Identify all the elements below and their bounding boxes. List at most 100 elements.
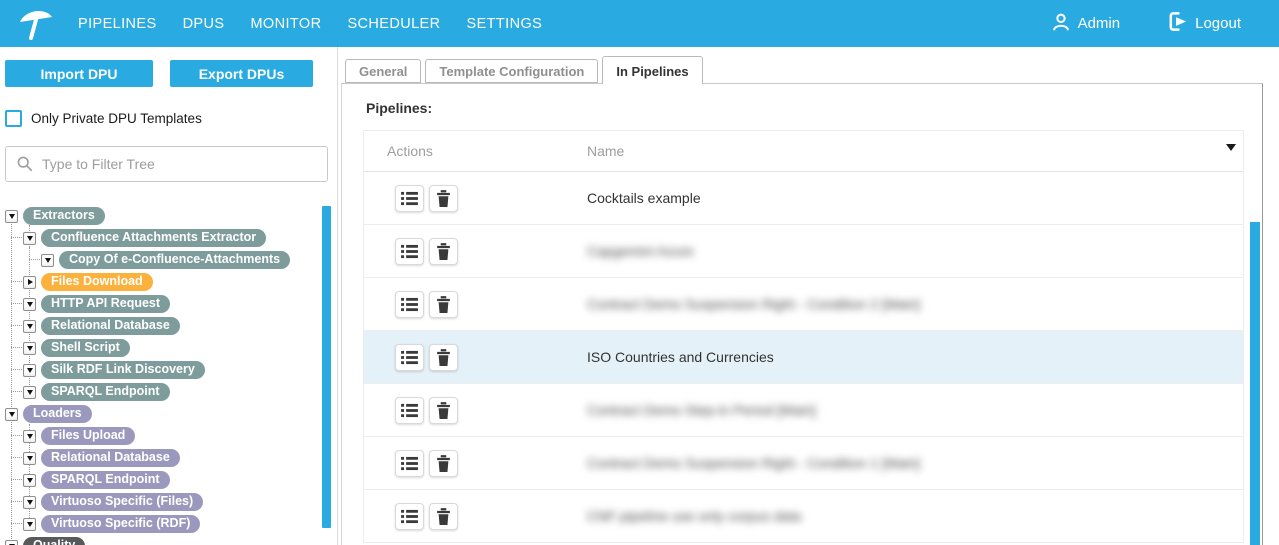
pipeline-detail-button[interactable] bbox=[395, 503, 424, 530]
user-icon bbox=[1050, 11, 1072, 37]
tab-general[interactable]: General bbox=[345, 59, 421, 83]
nav-pipelines[interactable]: PIPELINES bbox=[78, 16, 157, 32]
umbrella-logo-icon[interactable] bbox=[18, 6, 54, 42]
nav-scheduler[interactable]: SCHEDULER bbox=[347, 16, 440, 32]
tree-item-copy-of-e-confluence-attachments[interactable]: Copy Of e-Confluence-Attachments bbox=[41, 251, 290, 269]
pipeline-delete-button[interactable] bbox=[429, 397, 458, 424]
tree-item-label[interactable]: Virtuoso Specific (Files) bbox=[41, 493, 203, 511]
top-nav-bar: PIPELINES DPUS MONITOR SCHEDULER SETTING… bbox=[0, 0, 1279, 47]
pipeline-delete-button[interactable] bbox=[429, 291, 458, 318]
pipeline-delete-button[interactable] bbox=[429, 503, 458, 530]
tree-item-label[interactable]: SPARQL Endpoint bbox=[41, 471, 170, 489]
tab-bar: General Template Configuration In Pipeli… bbox=[345, 56, 703, 83]
tree-item-label[interactable]: SPARQL Endpoint bbox=[41, 383, 170, 401]
dpu-sidebar: Import DPU Export DPUs Only Private DPU … bbox=[0, 47, 338, 545]
caret-down-icon[interactable] bbox=[23, 386, 36, 399]
tree-guide-line bbox=[11, 220, 12, 545]
tree-item-label[interactable]: Loaders bbox=[23, 405, 92, 423]
tree-item-label[interactable]: Shell Script bbox=[41, 339, 130, 357]
tree-item-sparql-endpoint-loader[interactable]: SPARQL Endpoint bbox=[23, 471, 170, 489]
tree-item-silk-rdf-link-discovery[interactable]: Silk RDF Link Discovery bbox=[23, 361, 205, 379]
pipeline-delete-button[interactable] bbox=[429, 344, 458, 371]
pipeline-delete-button[interactable] bbox=[429, 185, 458, 212]
caret-down-icon[interactable] bbox=[23, 320, 36, 333]
tree-item-label[interactable]: HTTP API Request bbox=[41, 295, 170, 313]
table-row[interactable]: Capgemini Azure bbox=[364, 225, 1243, 278]
table-row[interactable]: Cocktails example bbox=[364, 172, 1243, 225]
nav-monitor[interactable]: MONITOR bbox=[250, 16, 321, 32]
caret-down-icon[interactable] bbox=[23, 364, 36, 377]
tree-item-virtuoso-specific-rdf[interactable]: Virtuoso Specific (RDF) bbox=[23, 515, 200, 533]
tree-item-http-api-request[interactable]: HTTP API Request bbox=[23, 295, 170, 313]
main-menu: PIPELINES DPUS MONITOR SCHEDULER SETTING… bbox=[78, 16, 542, 32]
caret-down-icon[interactable] bbox=[23, 298, 36, 311]
pipelines-table: Actions Name Cocktails example bbox=[363, 130, 1244, 543]
table-scrollbar[interactable] bbox=[1250, 222, 1260, 545]
trash-icon bbox=[436, 455, 451, 472]
tree-item-label[interactable]: Confluence Attachments Extractor bbox=[41, 229, 266, 247]
table-row[interactable]: Contract Demo Suspension Right - Conditi… bbox=[364, 278, 1243, 331]
user-area: Admin Logout bbox=[1050, 10, 1279, 37]
tree-item-shell-script[interactable]: Shell Script bbox=[23, 339, 130, 357]
tree-item-files-upload[interactable]: Files Upload bbox=[23, 427, 135, 445]
tree-item-label[interactable]: Files Download bbox=[41, 273, 153, 291]
caret-right-icon[interactable] bbox=[23, 276, 36, 289]
caret-down-icon[interactable] bbox=[5, 540, 18, 545]
pipeline-detail-button[interactable] bbox=[395, 185, 424, 212]
tree-item-loaders[interactable]: Loaders bbox=[5, 405, 92, 423]
tree-item-label[interactable]: Quality bbox=[23, 537, 85, 545]
tree-item-label[interactable]: Extractors bbox=[23, 207, 105, 225]
tree-item-label[interactable]: Relational Database bbox=[41, 449, 180, 467]
pipeline-detail-button[interactable] bbox=[395, 450, 424, 477]
tab-template-configuration[interactable]: Template Configuration bbox=[425, 59, 598, 83]
caret-down-icon[interactable] bbox=[23, 496, 36, 509]
pipeline-detail-button[interactable] bbox=[395, 397, 424, 424]
caret-down-icon[interactable] bbox=[5, 210, 18, 223]
caret-down-icon[interactable] bbox=[23, 430, 36, 443]
tree-item-label[interactable]: Silk RDF Link Discovery bbox=[41, 361, 205, 379]
logout-button[interactable]: Logout bbox=[1166, 10, 1241, 37]
caret-down-icon[interactable] bbox=[5, 408, 18, 421]
tree-item-quality[interactable]: Quality bbox=[5, 537, 85, 545]
pipeline-delete-button[interactable] bbox=[429, 238, 458, 265]
table-row[interactable]: Contract Demo Suspension Right - Conditi… bbox=[364, 437, 1243, 490]
table-row-selected[interactable]: ISO Countries and Currencies bbox=[364, 331, 1243, 384]
nav-dpus[interactable]: DPUS bbox=[183, 16, 225, 32]
tree-item-files-download[interactable]: Files Download bbox=[23, 273, 153, 291]
pipeline-detail-button[interactable] bbox=[395, 344, 424, 371]
column-selector-icon[interactable] bbox=[1226, 144, 1236, 156]
caret-down-icon[interactable] bbox=[23, 518, 36, 531]
list-icon bbox=[401, 403, 418, 418]
admin-user-button[interactable]: Admin bbox=[1050, 11, 1121, 37]
tree-item-label[interactable]: Files Upload bbox=[41, 427, 135, 445]
caret-down-icon[interactable] bbox=[23, 452, 36, 465]
main-content: General Template Configuration In Pipeli… bbox=[341, 47, 1279, 545]
tree-item-relational-database-extractor[interactable]: Relational Database bbox=[23, 317, 180, 335]
app-window: PIPELINES DPUS MONITOR SCHEDULER SETTING… bbox=[0, 0, 1279, 545]
tree-item-label[interactable]: Relational Database bbox=[41, 317, 180, 335]
trash-icon bbox=[436, 508, 451, 525]
tab-in-pipelines[interactable]: In Pipelines bbox=[602, 56, 702, 84]
trash-icon bbox=[436, 349, 451, 366]
pipeline-detail-button[interactable] bbox=[395, 238, 424, 265]
tree-item-label[interactable]: Virtuoso Specific (RDF) bbox=[41, 515, 200, 533]
pipeline-delete-button[interactable] bbox=[429, 450, 458, 477]
pipeline-detail-button[interactable] bbox=[395, 291, 424, 318]
pipeline-name: ISO Countries and Currencies bbox=[587, 349, 774, 365]
tree-item-relational-database-loader[interactable]: Relational Database bbox=[23, 449, 180, 467]
tree-item-virtuoso-specific-files[interactable]: Virtuoso Specific (Files) bbox=[23, 493, 203, 511]
caret-down-icon[interactable] bbox=[23, 342, 36, 355]
table-row[interactable]: CNF pipeline use only corpus data bbox=[364, 490, 1243, 543]
logout-label: Logout bbox=[1195, 15, 1241, 32]
tree-item-label[interactable]: Copy Of e-Confluence-Attachments bbox=[59, 251, 290, 269]
tree-item-confluence-attachments-extractor[interactable]: Confluence Attachments Extractor bbox=[23, 229, 266, 247]
tree-item-extractors[interactable]: Extractors bbox=[5, 207, 105, 225]
caret-down-icon[interactable] bbox=[23, 232, 36, 245]
caret-down-icon[interactable] bbox=[23, 474, 36, 487]
tree-scrollbar[interactable] bbox=[322, 206, 331, 528]
tree-item-sparql-endpoint-extractor[interactable]: SPARQL Endpoint bbox=[23, 383, 170, 401]
nav-settings[interactable]: SETTINGS bbox=[467, 16, 543, 32]
table-row[interactable]: Contract Demo Step-in Period [Main] bbox=[364, 384, 1243, 437]
caret-down-icon[interactable] bbox=[41, 254, 54, 267]
logout-icon bbox=[1166, 10, 1189, 37]
